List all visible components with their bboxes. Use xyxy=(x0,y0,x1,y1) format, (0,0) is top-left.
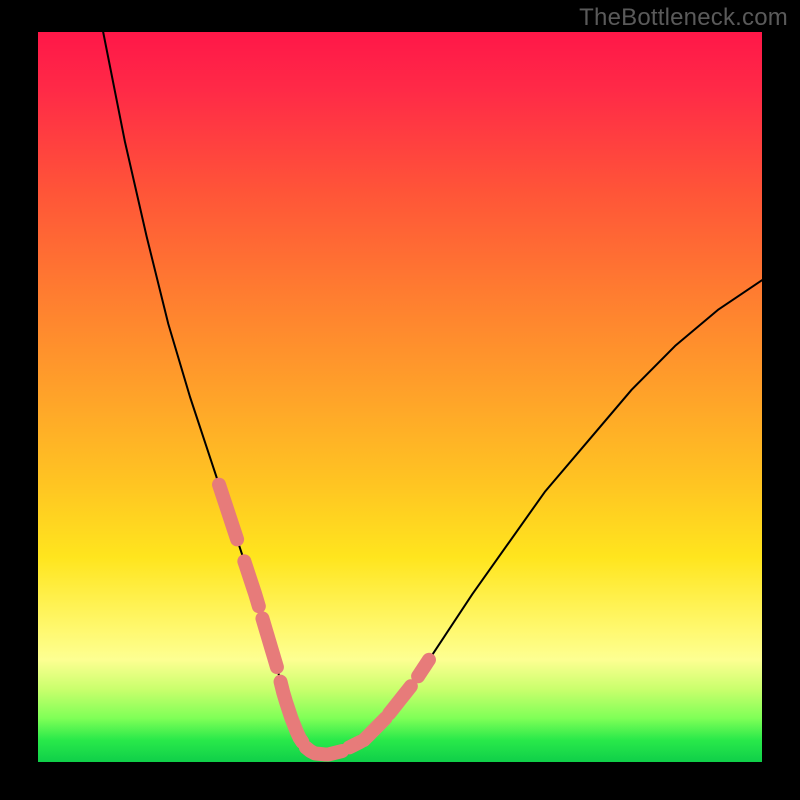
curve-line-group xyxy=(103,32,762,755)
marker-segment xyxy=(262,618,276,667)
marker-segment xyxy=(364,718,386,740)
watermark-text: TheBottleneck.com xyxy=(579,4,788,32)
marker-segment xyxy=(219,485,237,540)
marker-segment xyxy=(389,686,411,713)
plot-area xyxy=(38,32,762,762)
chart-frame: TheBottleneck.com xyxy=(0,0,800,800)
marker-group xyxy=(219,485,429,755)
marker-segment xyxy=(281,682,303,742)
curve-path xyxy=(103,32,762,755)
marker-segment xyxy=(306,747,342,754)
marker-segment xyxy=(418,660,429,676)
marker-segment xyxy=(244,561,258,606)
curve-svg xyxy=(38,32,762,762)
